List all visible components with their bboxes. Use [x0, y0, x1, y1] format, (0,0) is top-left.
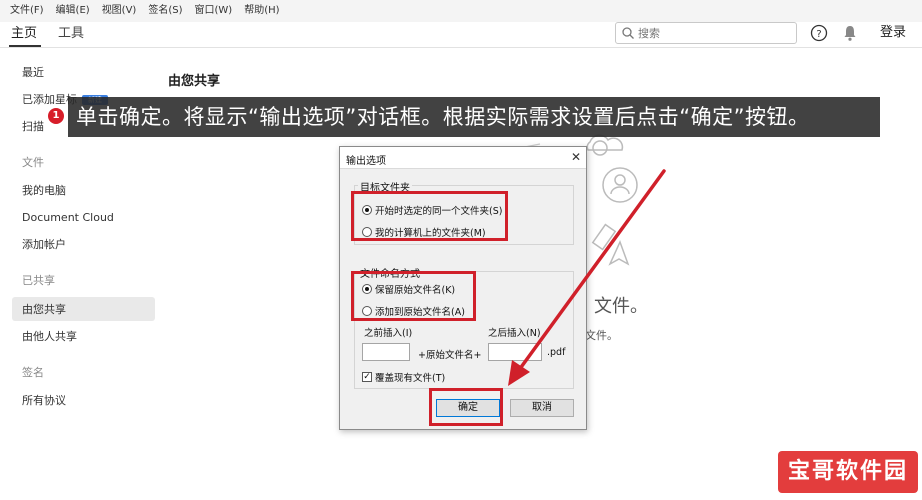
overwrite-label: 覆盖现有文件(T)	[375, 373, 446, 384]
background-text-small: 文件。	[585, 329, 618, 342]
active-tab-indicator	[9, 45, 41, 47]
insert-after-field[interactable]	[488, 343, 542, 361]
dialog-title: 输出选项	[346, 156, 386, 167]
extension-label: .pdf	[547, 347, 566, 358]
menu-help[interactable]: 帮助(H)	[238, 0, 285, 22]
sidebar-item-add-account[interactable]: 添加帐户	[22, 237, 66, 253]
help-icon[interactable]: ?	[810, 24, 828, 42]
menu-window[interactable]: 窗口(W)	[189, 0, 239, 22]
sidebar-item-document-cloud[interactable]: Document Cloud	[22, 210, 114, 226]
original-name-label: +原始文件名+	[418, 350, 482, 361]
insert-before-field[interactable]	[362, 343, 410, 361]
menu-sign[interactable]: 签名(S)	[142, 0, 188, 22]
highlight-naming-options	[351, 271, 476, 321]
insert-before-label: 之前插入(I)	[364, 328, 413, 339]
highlight-ok-button	[429, 388, 503, 426]
overwrite-checkbox[interactable]: ✓	[362, 372, 372, 382]
notification-badge: 1	[48, 108, 64, 124]
tab-home[interactable]: 主页	[11, 24, 37, 44]
page-title: 由您共享	[168, 74, 221, 89]
svg-text:?: ?	[816, 29, 821, 40]
search-box[interactable]	[615, 22, 797, 44]
sidebar-header-shared: 已共享	[22, 274, 55, 287]
overwrite-checkbox-row[interactable]: ✓ 覆盖现有文件(T)	[362, 370, 445, 384]
sidebar-item-shared-by-you[interactable]: 由您共享	[22, 302, 66, 318]
instruction-banner: 单击确定。将显示“输出选项”对话框。根据实际需求设置后点击“确定”按钮。	[68, 97, 880, 137]
watermark-logo: 宝哥软件园	[778, 451, 918, 493]
background-text-large: 文件。	[594, 296, 648, 317]
highlight-target-options	[351, 191, 508, 241]
insert-after-label: 之后插入(N)	[488, 328, 541, 339]
cancel-button[interactable]: 取消	[510, 399, 574, 417]
tab-tools[interactable]: 工具	[58, 24, 84, 44]
sidebar-item-my-computer[interactable]: 我的电脑	[22, 183, 66, 199]
search-icon	[622, 27, 634, 39]
bell-icon[interactable]	[842, 24, 858, 42]
sidebar-item-recent[interactable]: 最近	[22, 65, 44, 81]
sidebar-header-sign: 签名	[22, 366, 44, 379]
sidebar-item-all-agreements[interactable]: 所有协议	[22, 393, 66, 409]
sidebar-header-files: 文件	[22, 156, 44, 169]
sidebar-item-scan[interactable]: 扫描	[22, 119, 44, 135]
menu-file[interactable]: 文件(F)	[4, 0, 50, 22]
menu-view[interactable]: 视图(V)	[96, 0, 143, 22]
menu-edit[interactable]: 编辑(E)	[50, 0, 96, 22]
menu-bar: 文件(F) 编辑(E) 视图(V) 签名(S) 窗口(W) 帮助(H)	[0, 0, 922, 22]
login-link[interactable]: 登录	[880, 24, 906, 42]
close-icon[interactable]: ✕	[569, 150, 583, 164]
sidebar-item-shared-by-others[interactable]: 由他人共享	[22, 329, 77, 345]
search-input[interactable]	[638, 25, 788, 41]
